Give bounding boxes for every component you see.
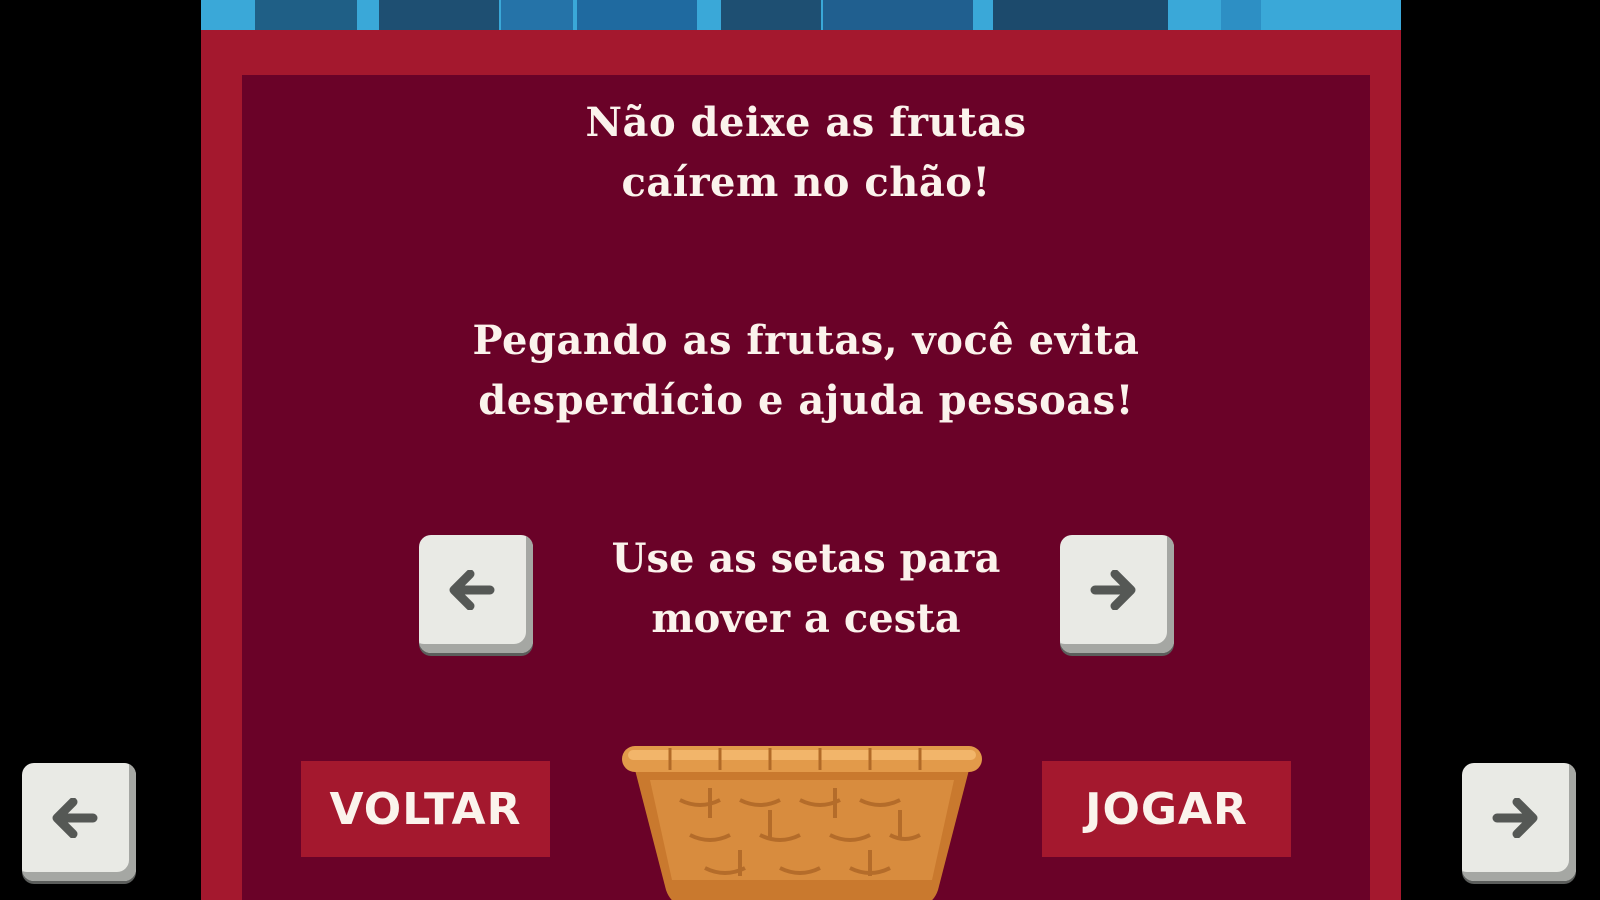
info-message: Pegando as frutas, você evita desperdíci… [242,311,1370,431]
arrow-right-icon [1090,570,1136,610]
nav-left-key[interactable] [22,763,136,881]
controls-instruction: Use as setas para mover a cesta [542,529,1070,649]
game-frame: Não deixe as frutas caírem no chão! Pega… [201,0,1401,900]
play-button[interactable]: JOGAR [1042,761,1291,857]
info-line-2: desperdício e ajuda pessoas! [478,377,1134,424]
warning-line-1: Não deixe as frutas [585,99,1027,146]
nav-right-key[interactable] [1462,763,1576,881]
back-button[interactable]: VOLTAR [301,761,550,857]
instruction-line-2: mover a cesta [651,595,961,642]
arrow-right-icon [1492,798,1538,838]
right-arrow-key-hint [1060,535,1174,653]
basket-icon [622,746,982,900]
arrow-left-icon [449,570,495,610]
arrow-left-icon [52,798,98,838]
instruction-line-1: Use as setas para [611,535,1001,582]
left-arrow-key-hint [419,535,533,653]
warning-message: Não deixe as frutas caírem no chão! [242,93,1370,213]
info-line-1: Pegando as frutas, você evita [472,317,1140,364]
warning-line-2: caírem no chão! [621,159,991,206]
background-tiles [201,0,1401,30]
